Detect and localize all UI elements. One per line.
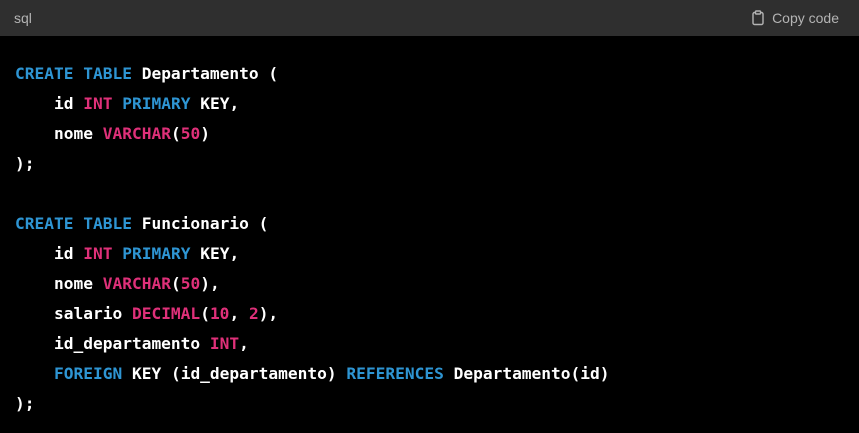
- code-token: INT: [209, 334, 240, 353]
- code-token: Departamento (: [131, 64, 279, 83]
- code-token: (: [170, 124, 181, 143]
- code-line: nome VARCHAR(50): [15, 119, 859, 149]
- code-token: (: [200, 304, 210, 323]
- code-token: KEY (id_departamento): [122, 364, 347, 383]
- code-token: KEY,: [190, 94, 240, 113]
- code-token: PRIMARY: [122, 244, 191, 263]
- code-token: nome: [15, 274, 103, 293]
- code-token: FOREIGN: [53, 364, 123, 383]
- code-token: ,: [229, 304, 249, 323]
- code-line: );: [15, 389, 859, 419]
- code-token: REFERENCES: [346, 364, 444, 383]
- code-token: nome: [15, 124, 103, 143]
- code-block: sql Copy code CREATE TABLE Departamento …: [0, 0, 859, 433]
- code-line: salario DECIMAL(10, 2),: [15, 299, 859, 329]
- code-token: INT: [83, 94, 113, 113]
- code-token: (: [170, 274, 181, 293]
- code-token: VARCHAR: [102, 274, 171, 293]
- code-token: 10: [209, 304, 230, 323]
- code-line: CREATE TABLE Funcionario (: [15, 209, 859, 239]
- code-token: 2: [248, 304, 259, 323]
- code-token: salario: [15, 304, 132, 323]
- copy-code-label: Copy code: [772, 10, 839, 26]
- code-token: 50: [180, 124, 201, 143]
- code-token: KEY,: [190, 244, 240, 263]
- code-token: id_departamento: [15, 334, 210, 353]
- code-token: PRIMARY: [122, 94, 191, 113]
- code-body[interactable]: CREATE TABLE Departamento ( id INT PRIMA…: [0, 36, 859, 419]
- code-token: 50: [180, 274, 201, 293]
- code-line: CREATE TABLE Departamento (: [15, 59, 859, 89]
- code-token: ),: [200, 274, 220, 293]
- code-token: id: [15, 244, 84, 263]
- code-token: ),: [258, 304, 279, 323]
- code-token: );: [15, 394, 35, 413]
- code-line: id INT PRIMARY KEY,: [15, 239, 859, 269]
- code-token: DECIMAL: [131, 304, 201, 323]
- code-line: id INT PRIMARY KEY,: [15, 89, 859, 119]
- code-line: FOREIGN KEY (id_departamento) REFERENCES…: [15, 359, 859, 389]
- code-token: Funcionario (: [131, 214, 269, 233]
- code-token: ): [200, 124, 210, 143]
- code-token: ,: [239, 334, 249, 353]
- code-line: nome VARCHAR(50),: [15, 269, 859, 299]
- code-header: sql Copy code: [0, 0, 859, 36]
- language-label: sql: [14, 10, 32, 26]
- code-token: Departamento(id): [443, 364, 610, 383]
- clipboard-icon: [750, 10, 766, 26]
- code-token: );: [15, 154, 35, 173]
- code-token: CREATE TABLE: [15, 214, 132, 233]
- copy-code-button[interactable]: Copy code: [750, 10, 839, 26]
- code-token: id: [15, 94, 84, 113]
- code-line: id_departamento INT,: [15, 329, 859, 359]
- code-token: CREATE TABLE: [15, 64, 132, 83]
- code-token: VARCHAR: [102, 124, 171, 143]
- code-line: );: [15, 149, 859, 179]
- code-token: INT: [83, 244, 113, 263]
